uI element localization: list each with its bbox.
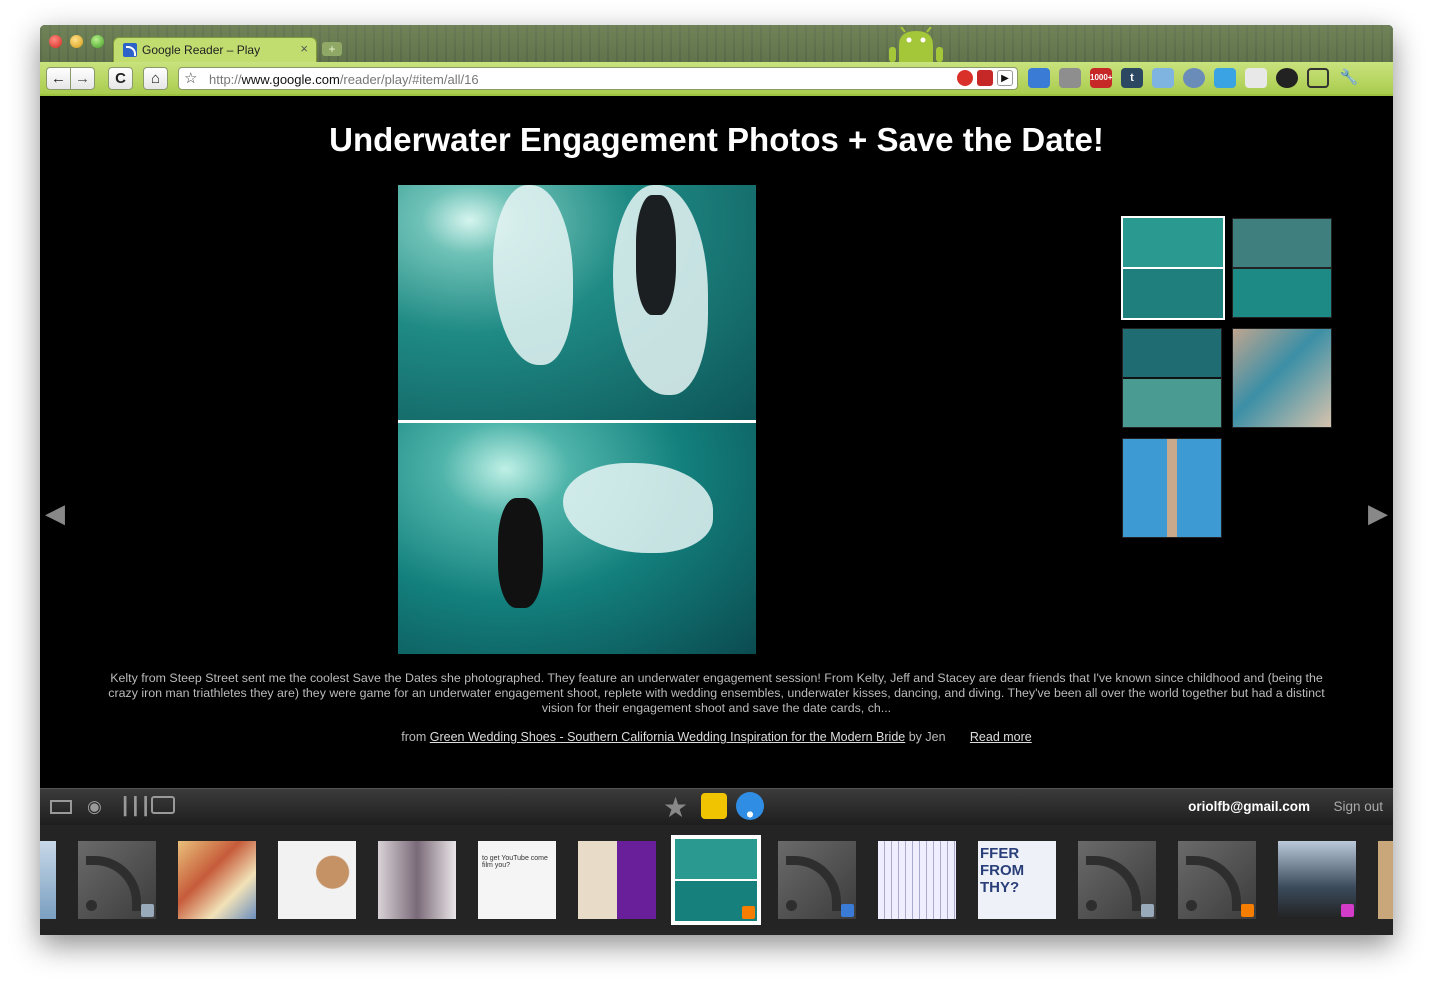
mail-icon[interactable] [1245, 68, 1267, 88]
address-bar[interactable]: ☆ http://www.google.com/reader/play/#ite… [178, 67, 1018, 90]
feed-badge-icon [1341, 904, 1354, 917]
notification-icon[interactable] [1059, 68, 1081, 88]
window-close-button[interactable] [49, 35, 62, 48]
blogger-icon [1241, 904, 1254, 917]
film-item-cast[interactable] [1278, 841, 1356, 919]
feed-badge-icon [141, 904, 154, 917]
next-item-arrow[interactable]: ▶ [1368, 498, 1388, 529]
sign-out-link[interactable]: Sign out [1333, 799, 1383, 814]
photo-bottom-half [398, 423, 756, 654]
extensions-bar: 1000+ t 🔧 [1028, 68, 1360, 88]
tab-title: Google Reader – Play [142, 43, 261, 57]
url-text[interactable]: http://www.google.com/reader/play/#item/… [209, 72, 479, 87]
photo-thumb-2[interactable] [1232, 218, 1332, 318]
wrench-icon[interactable]: 🔧 [1338, 68, 1360, 88]
settings-icon[interactable] [1276, 68, 1298, 88]
author-label: by Jen [908, 730, 946, 744]
user-email: oriolfb@gmail.com [1188, 799, 1310, 814]
dress-splash [563, 463, 713, 553]
control-bar: ◉ ┃┃┃ ★ oriolfb@gmail.com Sign out [40, 788, 1393, 825]
globe-icon[interactable] [1183, 68, 1205, 88]
film-item-rss[interactable] [78, 841, 156, 919]
film-item[interactable] [1378, 841, 1393, 919]
window-maximize-button[interactable] [91, 35, 104, 48]
reader-favicon-icon [123, 43, 137, 57]
photo-thumb-3[interactable] [1122, 328, 1222, 428]
blogger-icon [742, 906, 755, 919]
tv-icon[interactable] [151, 796, 175, 814]
item-title[interactable]: Underwater Engagement Photos + Save the … [40, 121, 1393, 159]
film-item-text[interactable]: to get YouTube come film you? [478, 841, 556, 919]
tab-close-icon[interactable]: × [300, 41, 308, 56]
tumblr-icon[interactable]: t [1121, 68, 1143, 88]
photo-thumb-5[interactable] [1122, 438, 1222, 538]
share-icon[interactable] [736, 792, 764, 820]
film-item-shoes[interactable] [378, 841, 456, 919]
photo-top-half [398, 185, 756, 420]
film-item-rss[interactable] [1178, 841, 1256, 919]
item-source-line: from Green Wedding Shoes - Southern Cali… [40, 730, 1393, 744]
android-logo-icon [889, 27, 943, 62]
diver-figure [636, 195, 676, 315]
counter-icon[interactable]: 1000+ [1090, 68, 1112, 88]
item-filmstrip: to get YouTube come film you? FFER FROM … [40, 825, 1393, 935]
main-photo[interactable] [398, 185, 756, 654]
pdf-icon[interactable] [977, 70, 993, 86]
twitter-icon[interactable] [1214, 68, 1236, 88]
film-item-game[interactable] [578, 841, 656, 919]
feed-badge-icon [1141, 904, 1154, 917]
film-item-rss[interactable] [1078, 841, 1156, 919]
feed-badge-icon [841, 904, 854, 917]
film-item-mustache[interactable] [278, 841, 356, 919]
like-icon[interactable] [701, 793, 727, 819]
read-more-link[interactable]: Read more [970, 730, 1032, 744]
bookmark-star-icon[interactable]: ☆ [184, 69, 197, 87]
tab-google-reader-play[interactable]: Google Reader – Play × [113, 37, 317, 62]
eye-icon[interactable]: ◉ [87, 797, 102, 817]
film-item-rss[interactable] [778, 841, 856, 919]
photo-thumb-4[interactable] [1232, 328, 1332, 428]
bucket-icon[interactable] [1152, 68, 1174, 88]
film-item-current[interactable] [671, 835, 761, 925]
page-menu-icon[interactable] [1307, 68, 1329, 88]
split-view-icon[interactable] [50, 800, 72, 814]
photo-thumb-1[interactable] [1121, 216, 1225, 320]
film-item-comic[interactable] [178, 841, 256, 919]
new-tab-button[interactable]: + [322, 42, 342, 56]
tab-bar: Google Reader – Play × + [40, 25, 1393, 62]
film-item[interactable] [40, 841, 56, 919]
source-link[interactable]: Green Wedding Shoes - Southern Californi… [430, 730, 906, 744]
browser-window: Google Reader – Play × + ← → C ⌂ ☆ http:… [40, 25, 1393, 935]
groom-figure [498, 498, 543, 608]
star-icon[interactable]: ★ [663, 791, 688, 824]
chart-icon[interactable]: ┃┃┃ [120, 797, 151, 817]
forward-button[interactable]: → [70, 67, 95, 90]
window-minimize-button[interactable] [70, 35, 83, 48]
lastpass-icon[interactable] [957, 70, 973, 86]
splash-left [493, 185, 573, 365]
reader-play-content: Underwater Engagement Photos + Save the … [40, 98, 1393, 788]
play-icon[interactable]: ▶ [997, 70, 1013, 86]
feeds-icon[interactable] [1028, 68, 1050, 88]
omnibox-actions: ▶ [957, 70, 1013, 86]
from-label: from [401, 730, 427, 744]
back-button[interactable]: ← [46, 67, 71, 90]
home-button[interactable]: ⌂ [143, 67, 168, 90]
browser-toolbar: ← → C ⌂ ☆ http://www.google.com/reader/p… [40, 62, 1393, 96]
item-description: Kelty from Steep Street sent me the cool… [108, 671, 1325, 715]
film-item-headline[interactable]: FFER FROM THY? [978, 841, 1056, 919]
previous-item-arrow[interactable]: ◀ [45, 498, 65, 529]
film-item-graph[interactable] [878, 841, 956, 919]
reload-button[interactable]: C [108, 67, 133, 90]
